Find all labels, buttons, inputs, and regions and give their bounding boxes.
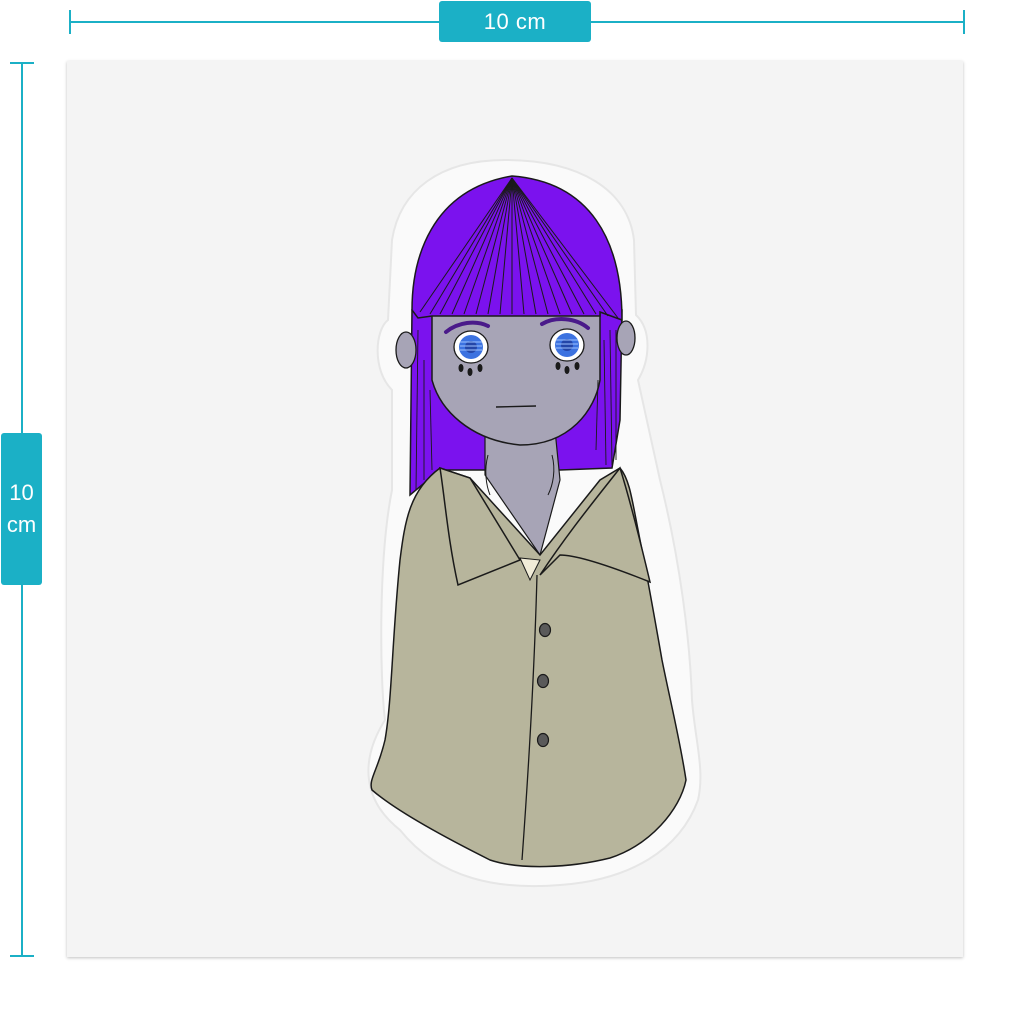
left-eye	[453, 330, 489, 364]
right-eye	[549, 328, 585, 362]
shirt-button-1	[538, 622, 552, 638]
mouth	[495, 405, 537, 408]
left-ear	[395, 331, 417, 369]
sticker-illustration	[367, 158, 702, 888]
right-ear	[616, 320, 636, 356]
shirt-button-3	[536, 732, 550, 748]
shirt-button-2	[536, 673, 550, 689]
product-preview: 10 cm 10 cm	[0, 0, 1024, 1024]
